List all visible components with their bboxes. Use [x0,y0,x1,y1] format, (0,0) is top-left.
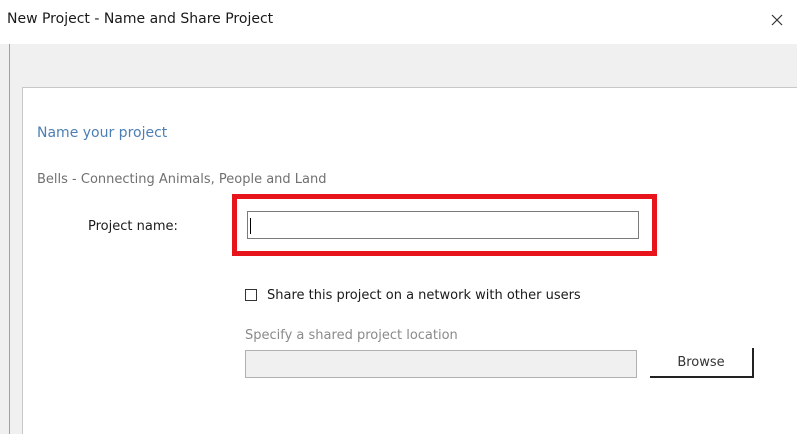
page-subheading: Bells - Connecting Animals, People and L… [37,172,327,187]
text-caret [250,218,251,234]
shared-location-label: Specify a shared project location [245,328,458,343]
share-project-checkbox[interactable] [245,289,257,301]
share-project-label: Share this project on a network with oth… [267,287,581,303]
new-project-dialog: New Project - Name and Share Project Nam… [0,0,797,434]
project-name-label: Project name: [88,219,178,234]
share-project-checkbox-row[interactable]: Share this project on a network with oth… [245,286,581,304]
window-title: New Project - Name and Share Project [7,11,274,27]
frame-divider [9,44,10,434]
highlight-box [232,194,657,256]
close-icon [771,14,783,26]
page-heading: Name your project [37,125,168,141]
shared-location-input[interactable] [245,350,637,378]
title-bar: New Project - Name and Share Project [0,0,797,44]
project-name-input[interactable] [247,211,639,239]
close-button[interactable] [763,6,791,34]
browse-button[interactable]: Browse [650,348,754,378]
